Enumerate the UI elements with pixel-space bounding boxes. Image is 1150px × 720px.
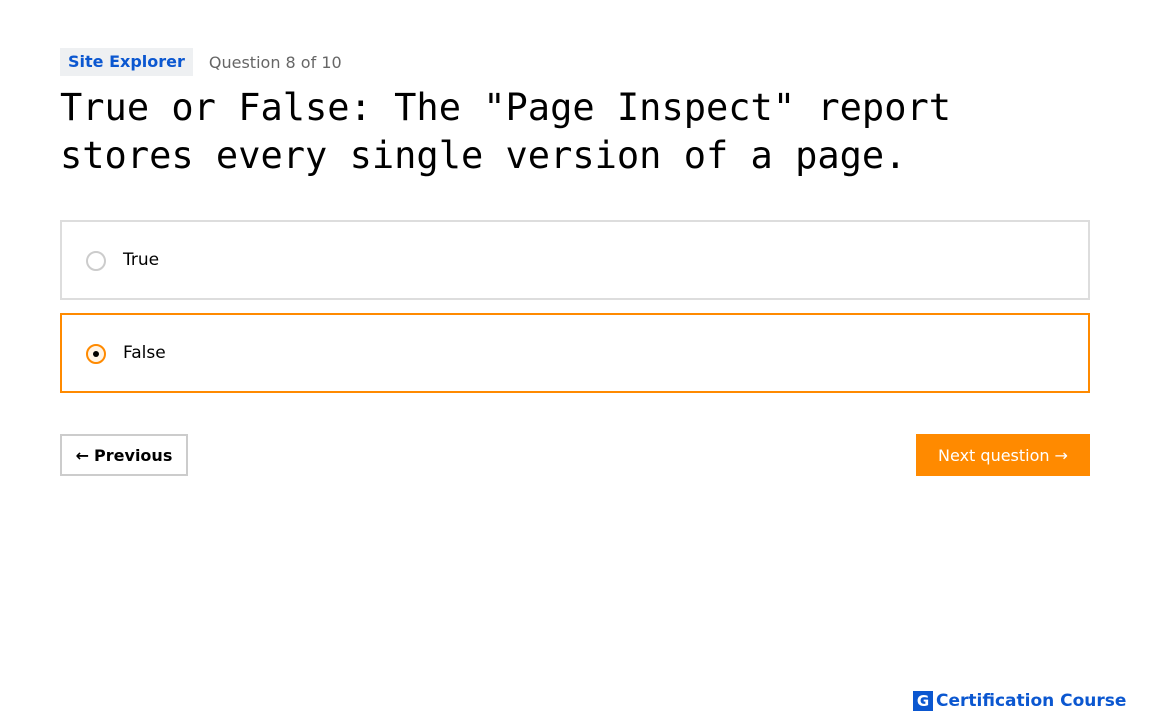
answer-option-label: True (123, 250, 160, 270)
question-title: True or False: The "Page Inspect" report… (60, 86, 952, 177)
category-badge: Site Explorer (60, 48, 193, 76)
previous-button-label: Previous (94, 445, 173, 465)
question-progress: Question 8 of 10 (208, 52, 342, 72)
previous-button[interactable]: ← Previous (60, 434, 188, 476)
radio-button-icon[interactable] (86, 344, 106, 364)
certification-course-logo: G Certification Course (913, 690, 1126, 712)
answer-option-false[interactable]: False (60, 313, 1090, 393)
logo-mark-icon: G (913, 691, 933, 711)
quiz-page: Site Explorer Question 8 of 10 True or F… (0, 0, 1150, 720)
question-meta: Site Explorer Question 8 of 10 (60, 48, 342, 76)
next-question-button[interactable]: Next question → (916, 434, 1090, 476)
logo-text: Certification Course (936, 691, 1127, 711)
arrow-left-icon: ← (75, 445, 90, 465)
radio-button-icon[interactable] (86, 251, 106, 271)
radio-selected-dot (93, 351, 99, 357)
next-button-label: Next question (938, 445, 1050, 465)
arrow-right-icon: → (1054, 445, 1068, 465)
answer-option-true[interactable]: True (60, 220, 1090, 300)
answer-option-label: False (123, 343, 166, 363)
